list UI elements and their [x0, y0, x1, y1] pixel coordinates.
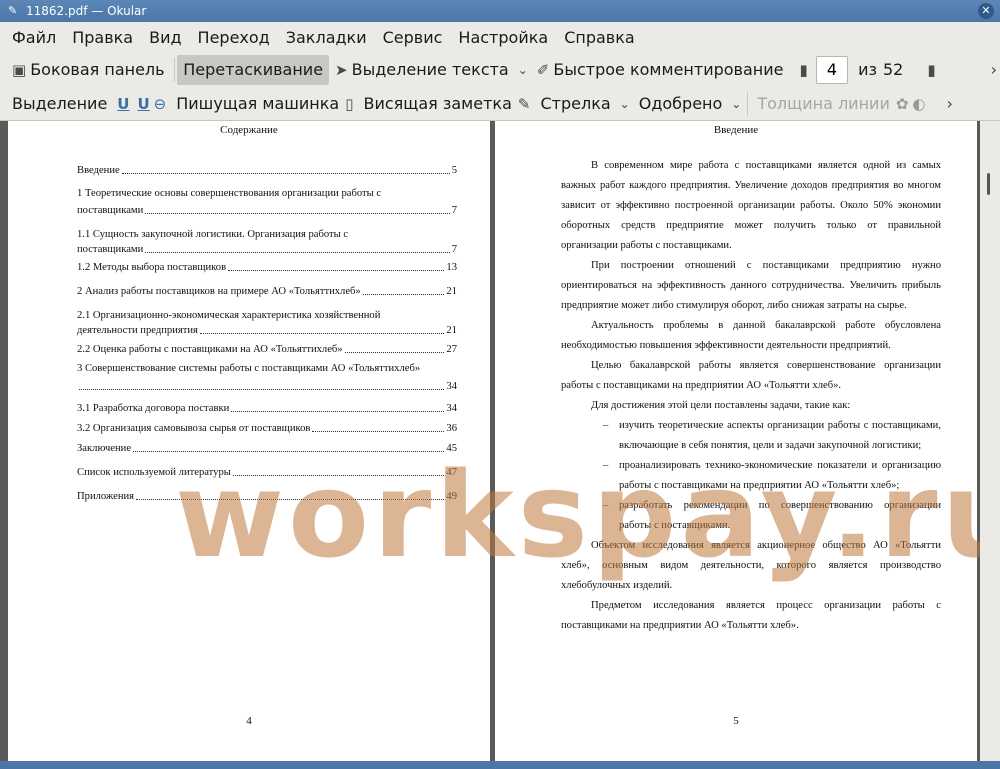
highlighter-icon: ✐	[536, 60, 550, 79]
toc-entry: поставщиками 7	[77, 244, 457, 255]
stamp-button[interactable]: Одобрено	[633, 89, 729, 119]
toc-entry: поставщиками 7	[77, 205, 457, 216]
cursor-icon: ➤	[335, 60, 348, 79]
highlight-label: Выделение	[12, 94, 108, 113]
squiggle-icon[interactable]: U	[133, 95, 153, 113]
toc-entry: 3 Совершенствование системы работы с пос…	[77, 363, 421, 374]
quick-comment-button[interactable]: ✐ Быстрое комментирование	[531, 55, 790, 85]
list-item: изучить теоретические аспекты организаци…	[561, 416, 941, 456]
list-item: проанализировать технико-экономические п…	[561, 456, 941, 496]
text-select-button[interactable]: ➤ Выделение текста	[329, 55, 515, 85]
page-of-label: из	[858, 60, 877, 79]
table-of-contents: Введение 5 1 Теоретические основы соверше…	[77, 163, 457, 504]
annotation-toolbar: Выделение U U ⊖ Пишущая машинка ▯ Висяща…	[0, 87, 1000, 121]
toc-entry: Приложения 49	[77, 491, 457, 502]
menu-view[interactable]: Вид	[141, 28, 189, 47]
introduction-text: В современном мире работа с поставщиками…	[561, 156, 941, 636]
task-list: изучить теоретические аспекты организаци…	[561, 416, 941, 536]
toc-entry: Введение 5	[77, 165, 457, 176]
toolbar-separator	[173, 57, 175, 82]
close-window-icon[interactable]: ✕	[978, 3, 994, 19]
window-bottom-border	[0, 761, 1000, 769]
title-bar: ✎ 11862.pdf — Okular ✕	[0, 0, 1000, 22]
total-pages: 52	[882, 60, 904, 79]
chevron-down-icon[interactable]: ⌄	[617, 97, 633, 111]
paragraph: В современном мире работа с поставщиками…	[561, 160, 941, 251]
quick-comment-label: Быстрое комментирование	[553, 60, 784, 79]
color-icon[interactable]: ✿	[896, 95, 909, 113]
chevron-down-icon[interactable]: ⌄	[515, 63, 531, 77]
paragraph: Актуальность проблемы в данной бакалаврс…	[561, 320, 941, 351]
menu-bar: Файл Правка Вид Переход Закладки Сервис …	[0, 22, 1000, 52]
text-select-label: Выделение текста	[351, 60, 509, 79]
toc-entry: 34	[77, 379, 457, 394]
menu-tools[interactable]: Сервис	[375, 28, 451, 47]
previous-page-icon[interactable]: ▮	[799, 61, 807, 79]
window-title: 11862.pdf — Okular	[26, 4, 147, 18]
paragraph: Объектом исследования является акционерн…	[561, 540, 941, 591]
page-heading: Введение	[713, 124, 759, 136]
pen-icon: ✎	[517, 94, 531, 113]
drag-mode-label: Перетаскивание	[183, 60, 324, 79]
toc-entry: Список используемой литературы 47	[77, 467, 457, 478]
strikeout-icon[interactable]: ⊖	[154, 95, 167, 113]
note-icon: ▯	[345, 94, 354, 113]
sidebar-button[interactable]: ▣ Боковая панель	[6, 55, 171, 85]
okular-app-icon: ✎	[8, 4, 18, 17]
paragraph: Целью бакалаврской работы является совер…	[561, 360, 941, 391]
toolbar-overflow-icon[interactable]: ›	[944, 94, 956, 113]
page-heading: Содержание	[220, 124, 278, 136]
arrow-button[interactable]: Стрелка	[534, 89, 616, 119]
stamp-label: Одобрено	[638, 94, 723, 113]
page-number-input[interactable]: 4	[815, 55, 849, 84]
menu-edit[interactable]: Правка	[64, 28, 141, 47]
toc-entry: 3.2 Организация самовывоза сырья от пост…	[77, 423, 457, 434]
underline-icon[interactable]: U	[113, 95, 133, 113]
vertical-scrollbar[interactable]	[980, 121, 1000, 761]
toc-entry: 2.1 Организационно-экономическая характе…	[77, 310, 381, 321]
sticky-note-label: Висящая заметка	[363, 94, 512, 113]
page-number: 5	[733, 715, 739, 727]
toc-entry: деятельности предприятия 21	[77, 325, 457, 336]
toolbar-overflow-icon[interactable]: ›	[988, 60, 1000, 79]
menu-file[interactable]: Файл	[4, 28, 64, 47]
line-width-button[interactable]: Толщина линии	[751, 89, 896, 119]
highlight-button[interactable]: Выделение	[6, 89, 113, 119]
arrow-label: Стрелка	[540, 94, 611, 113]
paragraph: При построении отношений с поставщиками …	[561, 260, 941, 311]
main-toolbar: ▣ Боковая панель Перетаскивание ➤ Выделе…	[0, 52, 1000, 87]
opacity-icon[interactable]: ◐	[912, 95, 925, 113]
toc-entry: 1.2 Методы выбора поставщиков 13	[77, 262, 457, 273]
next-page-icon[interactable]: ▮	[927, 61, 935, 79]
menu-settings[interactable]: Настройка	[450, 28, 556, 47]
paragraph: Предметом исследования является процесс …	[561, 600, 941, 631]
toc-entry: 1 Теоретические основы совершенствования…	[77, 188, 382, 199]
menu-bookmarks[interactable]: Закладки	[278, 28, 375, 47]
document-page-5: Введение В современном мире работа с пос…	[495, 121, 977, 761]
document-viewport[interactable]: Содержание Введение 5 1 Теоретические осн…	[0, 121, 1000, 761]
sticky-note-button[interactable]: Висящая заметка	[357, 89, 517, 119]
paragraph: Для достижения этой цели поставлены зада…	[591, 400, 851, 411]
toc-entry: 2.2 Оценка работы с поставщиками на АО «…	[77, 344, 457, 355]
typewriter-button[interactable]: Пишущая машинка	[170, 89, 345, 119]
scrollbar-thumb[interactable]	[987, 173, 990, 195]
toolbar-separator	[747, 91, 749, 116]
document-page-4: Содержание Введение 5 1 Теоретические осн…	[8, 121, 490, 761]
toc-entry: 1.1 Сущность закупочной логистики. Орган…	[77, 229, 349, 240]
typewriter-label: Пишущая машинка	[176, 94, 340, 113]
list-item: разработать рекомендации по совершенство…	[561, 496, 941, 536]
toc-entry: Заключение 45	[77, 443, 457, 454]
menu-help[interactable]: Справка	[556, 28, 643, 47]
sidebar-label: Боковая панель	[30, 60, 165, 79]
chevron-down-icon[interactable]: ⌄	[728, 97, 744, 111]
drag-mode-button[interactable]: Перетаскивание	[177, 54, 330, 85]
sidebar-icon: ▣	[12, 60, 27, 79]
line-width-label: Толщина линии	[757, 94, 890, 113]
toc-entry: 3.1 Разработка договора поставки 34	[77, 403, 457, 414]
menu-go[interactable]: Переход	[190, 28, 278, 47]
toc-entry: 2 Анализ работы поставщиков на примере А…	[77, 286, 457, 297]
page-number: 4	[246, 715, 252, 727]
